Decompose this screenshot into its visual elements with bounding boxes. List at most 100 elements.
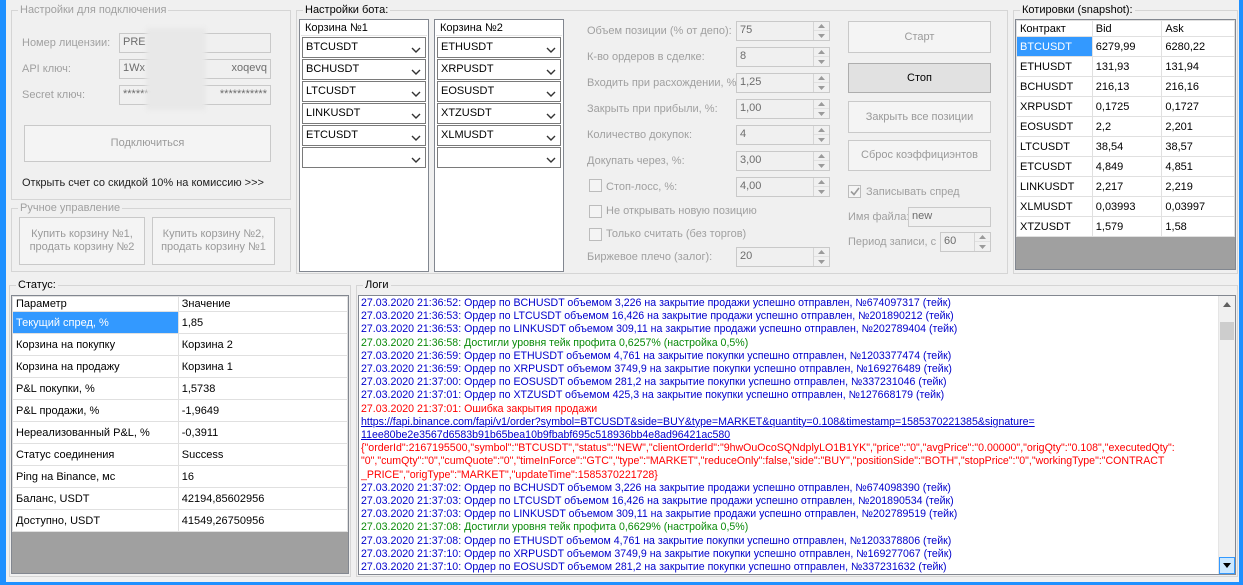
table-row[interactable]: Корзина на покупку Корзина 2 — [12, 333, 349, 356]
chevron-down-icon[interactable] — [411, 41, 423, 54]
scroll-up-icon[interactable] — [1219, 296, 1235, 313]
record-period-spinner[interactable]: 60 — [940, 232, 991, 252]
status-cell[interactable]: P&L продажи, % — [12, 399, 179, 422]
spin-up-icon[interactable] — [814, 152, 829, 161]
status-col-value[interactable]: Значение — [177, 296, 349, 312]
status-cell[interactable]: Success — [177, 443, 349, 466]
chevron-down-icon[interactable] — [411, 63, 423, 76]
chevron-down-icon[interactable] — [411, 107, 423, 120]
status-cell[interactable]: 1,85 — [177, 311, 349, 334]
no-new-position-checkbox[interactable] — [589, 205, 602, 218]
status-cell[interactable]: Корзина 2 — [177, 333, 349, 356]
log-line[interactable]: https://fapi.binance.com/fapi/v1/order?s… — [361, 416, 1216, 429]
log-scrollbar[interactable] — [1218, 296, 1235, 574]
leverage-spinner[interactable]: 20 — [736, 247, 830, 267]
param-spinner[interactable]: 1,00 — [736, 99, 830, 119]
basket1-combo[interactable]: BTCUSDT — [302, 37, 426, 58]
table-row[interactable]: Доступно, USDT 41549,26750956 — [12, 509, 349, 532]
chevron-down-icon[interactable] — [411, 151, 423, 164]
param-spinner[interactable]: 4,00 — [736, 177, 830, 197]
chevron-down-icon[interactable] — [546, 107, 558, 120]
param-spinner[interactable]: 1,25 — [736, 73, 830, 93]
promo-link[interactable]: Открыть счет со скидкой 10% на комиссию … — [22, 177, 264, 189]
status-cell[interactable]: Текущий спред, % — [12, 311, 179, 334]
spin-up-icon[interactable] — [814, 178, 829, 187]
table-row[interactable]: Корзина на продажу Корзина 1 — [12, 355, 349, 378]
quotes-cell[interactable]: 2,201 — [1161, 116, 1235, 137]
spin-up-icon[interactable] — [814, 100, 829, 109]
leverage-up-icon[interactable] — [814, 248, 829, 257]
table-row[interactable]: P&L продажи, % -1,9649 — [12, 399, 349, 422]
quotes-cell[interactable]: 2,217 — [1091, 176, 1163, 197]
table-row[interactable]: Ping на Binance, мс 16 — [12, 465, 349, 488]
status-cell[interactable]: Доступно, USDT — [12, 509, 179, 532]
basket2-combo[interactable] — [437, 147, 561, 168]
spin-down-icon[interactable] — [814, 161, 829, 170]
quotes-cell[interactable]: ETHUSDT — [1016, 56, 1093, 77]
basket1-combo[interactable]: LTCUSDT — [302, 81, 426, 102]
record-spread-checkbox[interactable] — [848, 185, 861, 198]
quotes-cell[interactable]: 0,1725 — [1091, 96, 1163, 117]
status-cell[interactable]: Ping на Binance, мс — [12, 465, 179, 488]
table-row[interactable]: LTCUSDT 38,54 38,57 — [1016, 136, 1235, 157]
spin-down-icon[interactable] — [814, 57, 829, 66]
quotes-cell[interactable]: ETCUSDT — [1016, 156, 1093, 177]
status-cell[interactable]: Корзина 1 — [177, 355, 349, 378]
buy-basket1-button[interactable]: Купить корзину №1, продать корзину №2 — [19, 217, 145, 265]
basket2-combo[interactable]: XLMUSDT — [437, 125, 561, 146]
param-spinner[interactable]: 4 — [736, 125, 830, 145]
table-row[interactable]: Текущий спред, % 1,85 — [12, 311, 349, 334]
chevron-down-icon[interactable] — [411, 129, 423, 142]
table-row[interactable]: Нереализованный P&L, % -0,3911 — [12, 421, 349, 444]
table-row[interactable]: P&L покупки, % 1,5738 — [12, 377, 349, 400]
param-spinner[interactable]: 75 — [736, 21, 830, 41]
table-row[interactable]: EOSUSDT 2,2 2,201 — [1016, 116, 1235, 137]
reset-coefficients-button[interactable]: Сброс коэффициэнтов — [848, 140, 991, 171]
quotes-cell[interactable]: 1,58 — [1161, 216, 1235, 237]
spin-down-icon[interactable] — [814, 83, 829, 92]
status-cell[interactable]: 16 — [177, 465, 349, 488]
chevron-down-icon[interactable] — [546, 151, 558, 164]
quotes-cell[interactable]: 6280,22 — [1161, 36, 1235, 57]
spin-down-icon[interactable] — [814, 135, 829, 144]
chevron-down-icon[interactable] — [411, 85, 423, 98]
chevron-down-icon[interactable] — [546, 85, 558, 98]
quotes-col-ask[interactable]: Ask — [1161, 20, 1235, 37]
status-col-parameter[interactable]: Параметр — [12, 296, 179, 312]
status-cell[interactable]: Нереализованный P&L, % — [12, 421, 179, 444]
log-box[interactable]: 27.03.2020 21:36:52: Ордер по BCHUSDT об… — [358, 295, 1236, 575]
status-cell[interactable]: Статус соединения — [12, 443, 179, 466]
table-row[interactable]: XTZUSDT 1,579 1,58 — [1016, 216, 1235, 237]
period-up-icon[interactable] — [975, 233, 990, 242]
spin-down-icon[interactable] — [814, 187, 829, 196]
status-cell[interactable]: Корзина на покупку — [12, 333, 179, 356]
start-button[interactable]: Старт — [848, 21, 991, 53]
scroll-thumb[interactable] — [1220, 322, 1234, 340]
quotes-cell[interactable]: 2,219 — [1161, 176, 1235, 197]
quotes-cell[interactable]: 38,57 — [1161, 136, 1235, 157]
status-cell[interactable]: 42194,85602956 — [177, 487, 349, 510]
basket1-combo[interactable]: BCHUSDT — [302, 59, 426, 80]
quotes-cell[interactable]: 0,1727 — [1161, 96, 1235, 117]
quotes-cell[interactable]: 4,851 — [1161, 156, 1235, 177]
table-row[interactable]: XLMUSDT 0,03993 0,03997 — [1016, 196, 1235, 217]
period-down-icon[interactable] — [975, 242, 990, 251]
spin-up-icon[interactable] — [814, 126, 829, 135]
status-cell[interactable]: 1,5738 — [177, 377, 349, 400]
quotes-cell[interactable]: XLMUSDT — [1016, 196, 1093, 217]
quotes-cell[interactable]: BTCUSDT — [1016, 36, 1093, 57]
table-row[interactable]: LINKUSDT 2,217 2,219 — [1016, 176, 1235, 197]
basket2-combo[interactable]: XRPUSDT — [437, 59, 561, 80]
basket1-combo[interactable]: ETCUSDT — [302, 125, 426, 146]
status-cell[interactable]: Корзина на продажу — [12, 355, 179, 378]
quotes-cell[interactable]: 6279,99 — [1091, 36, 1163, 57]
quotes-cell[interactable]: 4,849 — [1091, 156, 1163, 177]
spin-down-icon[interactable] — [814, 109, 829, 118]
only-count-checkbox[interactable] — [589, 228, 602, 241]
param-spinner[interactable]: 8 — [736, 47, 830, 67]
basket2-combo[interactable]: XTZUSDT — [437, 103, 561, 124]
stop-button[interactable]: Стоп — [848, 63, 991, 93]
quotes-cell[interactable]: LINKUSDT — [1016, 176, 1093, 197]
stop-loss-checkbox[interactable] — [589, 179, 602, 192]
quotes-cell[interactable]: 0,03997 — [1161, 196, 1235, 217]
